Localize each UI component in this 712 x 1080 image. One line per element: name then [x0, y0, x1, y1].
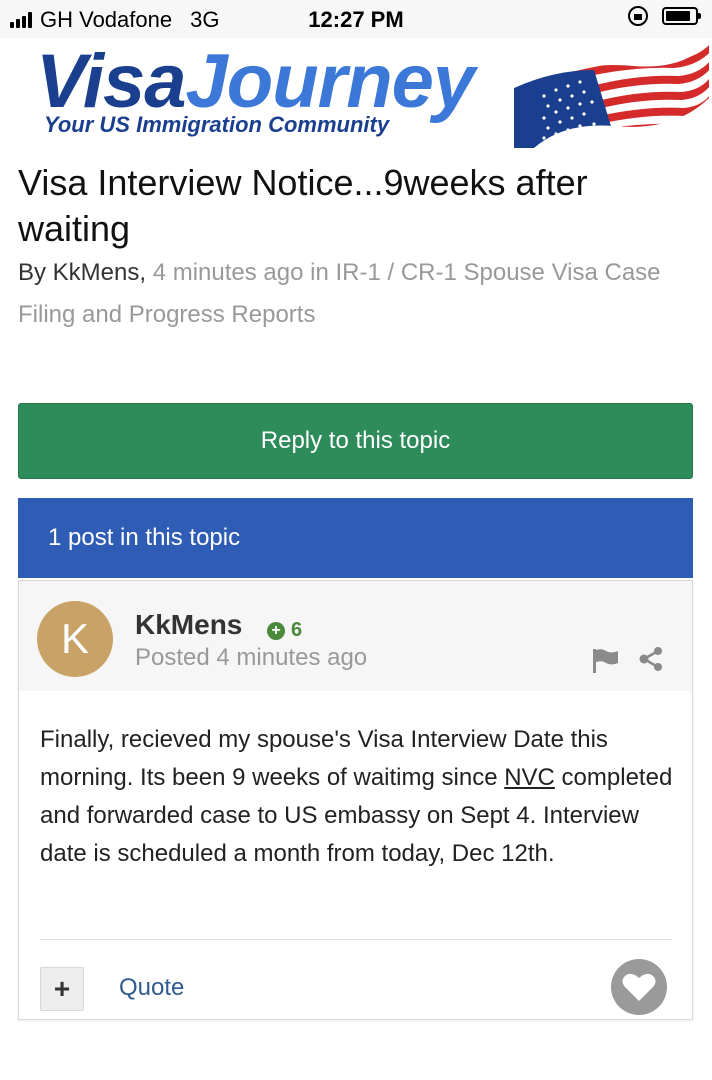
heart-icon	[622, 973, 656, 1001]
flag-icon[interactable]	[593, 649, 619, 673]
nvc-link[interactable]: NVC	[504, 764, 555, 791]
post-timestamp[interactable]: Posted 4 minutes ago	[135, 644, 367, 672]
status-bar: GH Vodafone 3G 12:27 PM	[0, 0, 712, 38]
page-title: Visa Interview Notice...9weeks after wai…	[18, 162, 588, 249]
us-flag-icon	[514, 42, 709, 148]
post-header: K KkMens + 6 Posted 4 minutes ago	[19, 581, 692, 691]
post-card: K KkMens + 6 Posted 4 minutes ago Finall…	[18, 580, 693, 1020]
avatar[interactable]: K	[37, 601, 113, 677]
post-count-label: 1 post in this topic	[48, 524, 241, 551]
reputation-badge[interactable]: + 6	[267, 619, 302, 642]
site-logo[interactable]: VisaJourney Your US Immigration Communit…	[36, 40, 709, 150]
quote-button[interactable]: Quote	[119, 974, 184, 1002]
battery-icon	[662, 7, 701, 25]
post-count-bar: 1 post in this topic	[18, 498, 693, 578]
logo-tagline: Your US Immigration Community	[44, 112, 390, 137]
status-right	[628, 6, 701, 26]
post-divider	[40, 939, 672, 940]
share-icon[interactable]	[639, 647, 663, 671]
reputation-count: 6	[291, 619, 303, 641]
like-button[interactable]	[611, 959, 667, 1015]
reply-to-topic-button[interactable]: Reply to this topic	[18, 403, 693, 479]
post-author[interactable]: KkMens	[135, 609, 242, 641]
post-content: Finally, recieved my spouse's Visa Inter…	[40, 726, 673, 867]
multiquote-button[interactable]: +	[40, 967, 84, 1011]
orientation-lock-icon	[628, 6, 648, 26]
byline-author[interactable]: By KkMens,	[18, 259, 146, 286]
clock: 12:27 PM	[308, 7, 404, 32]
topic-byline: By KkMens, 4 minutes ago in IR-1 / CR-1 …	[18, 252, 698, 336]
plus-circle-icon: +	[267, 621, 285, 640]
